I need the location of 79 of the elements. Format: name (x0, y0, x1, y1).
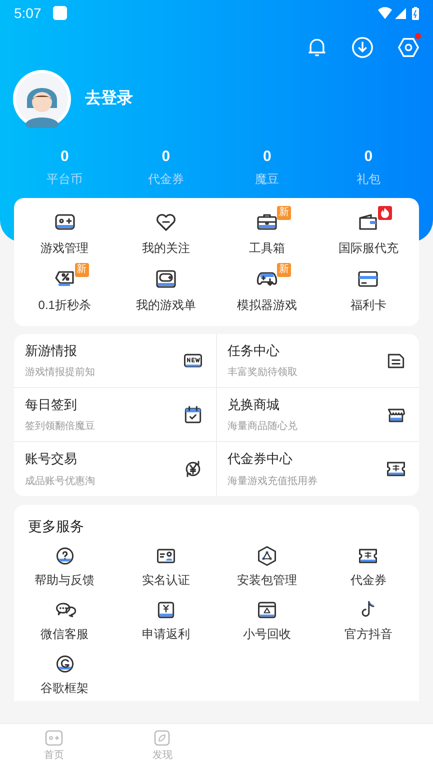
feature-tile[interactable]: 账号交易 成品账号优惠淘 (14, 442, 216, 496)
signal-icon (395, 8, 406, 18)
feature-subtitle: 丰富奖励待领取 (228, 366, 298, 380)
service-item[interactable]: 安装包管理 (216, 545, 318, 589)
service-label: 申请返利 (142, 626, 190, 643)
quick-menu-label: 模拟器游戏 (237, 297, 298, 314)
feature-tile[interactable]: 任务中心 丰富奖励待领取 (216, 334, 419, 388)
quick-menu-label: 国际服代充 (338, 240, 398, 257)
service-label: 帮助与反馈 (34, 572, 95, 589)
feature-tile[interactable]: 兑换商城 海量商品随心兑 (216, 388, 419, 442)
feature-title: 任务中心 (228, 342, 280, 360)
download-icon[interactable] (351, 36, 374, 58)
stat-value: 0 (162, 148, 170, 166)
feature-title: 新游情报 (25, 342, 78, 360)
service-item[interactable]: 官方抖音 (318, 599, 419, 643)
service-item[interactable]: 实名认证 (115, 545, 216, 589)
service-item[interactable]: 微信客服 (14, 599, 116, 643)
quick-menu-label: 0.1折秒杀 (38, 297, 91, 314)
feature-subtitle: 海量商品随心兑 (228, 420, 298, 434)
service-label: 代金券 (350, 572, 386, 589)
feature-tile[interactable]: 每日签到 签到领翻倍魔豆 (14, 388, 216, 442)
service-label: 官方抖音 (344, 626, 392, 643)
quick-menu-item[interactable]: 国际服代充 (318, 210, 419, 257)
service-item[interactable]: 帮助与反馈 (14, 545, 116, 589)
feature-title: 兑换商城 (228, 396, 280, 414)
quick-menu-item[interactable]: 福利卡 (318, 267, 419, 314)
game-list-icon (154, 267, 178, 291)
quick-menu-label: 福利卡 (350, 297, 386, 314)
stat-label: 魔豆 (255, 171, 280, 188)
quick-menu-label: 游戏管理 (40, 240, 89, 257)
quick-menu-label: 工具箱 (249, 240, 286, 257)
avatar[interactable] (13, 70, 71, 128)
feature-subtitle: 海量游戏充值抵用券 (228, 474, 318, 489)
stat-value: 0 (60, 148, 69, 166)
service-item[interactable]: 谷歌框架 (14, 653, 116, 697)
settings-icon[interactable] (397, 36, 420, 58)
wifi-icon (378, 7, 392, 19)
feature-subtitle: 成品账号优惠淘 (25, 474, 96, 489)
recycle-window-icon (256, 599, 278, 621)
g-letter-circle-icon (54, 653, 76, 675)
service-label: 小号回收 (243, 626, 292, 643)
gamepad-icon (45, 730, 64, 746)
quick-menu-label: 我的关注 (142, 240, 190, 257)
quick-menu-item[interactable]: 我的游戏单 (115, 267, 216, 314)
battery-icon (412, 6, 419, 20)
package-hexagon-icon (256, 545, 278, 567)
service-label: 实名认证 (142, 572, 190, 589)
stat-value: 0 (364, 148, 373, 166)
nav-label: 发现 (152, 749, 172, 763)
quick-menu-label: 我的游戏单 (136, 297, 196, 314)
help-icon (54, 545, 76, 567)
section-title: 更多服务 (28, 518, 84, 534)
service-item[interactable]: 小号回收 (216, 599, 318, 643)
feature-tile[interactable]: 代金券中心 海量游戏充值抵用券 (216, 442, 419, 496)
feature-title: 每日签到 (25, 396, 78, 414)
new-badge: 新 (277, 263, 292, 277)
notification-icon (53, 6, 68, 20)
service-label: 安装包管理 (237, 572, 298, 589)
bell-icon[interactable] (306, 36, 328, 58)
nav-label: 首页 (44, 749, 64, 763)
stat-label: 平台币 (46, 171, 83, 188)
stat-label: 礼包 (356, 171, 380, 188)
new-badge: 新 (74, 263, 89, 277)
quick-menu-item[interactable]: 我的关注 (115, 210, 216, 257)
feature-title: 代金券中心 (228, 450, 294, 468)
feature-subtitle: 游戏情报提前知 (25, 366, 96, 380)
service-label: 谷歌框架 (40, 680, 89, 697)
new-badge: 新 (277, 206, 292, 220)
status-time: 5:07 (14, 4, 42, 22)
feature-subtitle: 签到领翻倍魔豆 (25, 420, 96, 434)
service-label: 微信客服 (40, 626, 89, 643)
service-item[interactable]: 代金券 (318, 545, 419, 589)
feature-title: 账号交易 (25, 450, 78, 468)
quick-menu-item[interactable]: 游戏管理 (14, 210, 116, 257)
stat-value: 0 (262, 148, 272, 166)
service-item[interactable]: 申请返利 (115, 599, 216, 643)
fire-badge-icon (378, 206, 392, 220)
stat-label: 代金券 (148, 171, 184, 188)
feature-tile[interactable]: 新游情报 游戏情报提前知 (14, 334, 216, 388)
